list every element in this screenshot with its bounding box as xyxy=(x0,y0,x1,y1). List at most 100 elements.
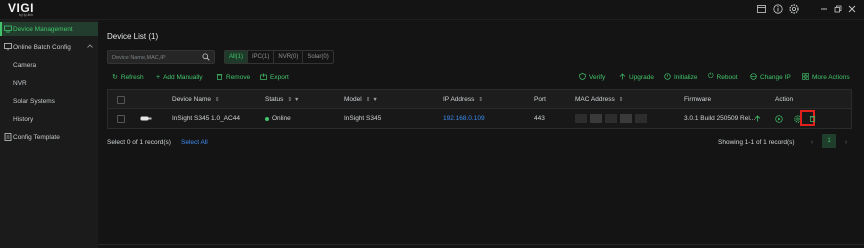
change-ip-button[interactable]: Change IP xyxy=(750,72,791,82)
column-label: Model xyxy=(344,96,362,103)
port-cell: 443 xyxy=(534,115,545,122)
remove-label: Remove xyxy=(226,73,251,81)
sidebar-item-label: History xyxy=(13,115,34,123)
ip-address-link[interactable]: 192.168.0.109 xyxy=(443,109,485,128)
book-icon[interactable] xyxy=(755,3,767,15)
upgrade-button[interactable]: Upgrade xyxy=(619,72,654,82)
sidebar-item-config-template[interactable]: Config Template xyxy=(0,130,98,144)
select-all-link[interactable]: Select All xyxy=(181,139,208,146)
info-icon[interactable] xyxy=(772,3,784,15)
play-icon[interactable] xyxy=(774,114,783,123)
template-icon xyxy=(4,133,12,141)
column-status[interactable]: Status ⇕ ▼ xyxy=(265,90,300,109)
sidebar-item-nvr[interactable]: NVR xyxy=(0,76,98,90)
title-bar: VIGI by tp-link xyxy=(0,0,864,20)
mac-address-redacted xyxy=(575,109,650,128)
select-all-checkbox[interactable] xyxy=(117,90,125,109)
add-manually-button[interactable]: + Add Manually xyxy=(156,72,202,82)
chevron-up-icon[interactable] xyxy=(87,44,93,50)
settings-icon[interactable] xyxy=(788,3,800,15)
search-box xyxy=(107,50,215,64)
main-content: Device List (1) All(1) IPC(1) NVR(0) Sol… xyxy=(98,20,864,248)
online-status-dot xyxy=(265,116,269,121)
sort-icon[interactable]: ⇕ xyxy=(287,97,292,103)
tab-all[interactable]: All(1) xyxy=(225,51,249,63)
search-input[interactable] xyxy=(112,53,202,62)
column-port: Port xyxy=(534,96,546,103)
firmware-cell: 3.0.1 Build 250509 Rel... xyxy=(684,115,756,122)
column-label: IP Address xyxy=(443,96,475,103)
sidebar-item-history[interactable]: History xyxy=(0,112,98,126)
close-icon[interactable] xyxy=(846,3,858,15)
next-page-icon[interactable]: › xyxy=(840,135,852,149)
device-name-cell: InSight S345 1.0_AC44 xyxy=(172,115,240,122)
verify-button[interactable]: Verify xyxy=(579,72,605,82)
sidebar-item-label: Device Management xyxy=(13,25,73,33)
column-action: Action xyxy=(775,96,794,103)
sort-icon[interactable]: ⇕ xyxy=(478,97,483,103)
export-icon xyxy=(260,73,267,82)
tab-nvr[interactable]: NVR(0) xyxy=(274,51,304,63)
app-logo-subtitle: by tp-link xyxy=(19,13,34,17)
row-checkbox[interactable] xyxy=(117,109,125,128)
page-title: Device List (1) xyxy=(107,32,159,41)
minimize-icon[interactable] xyxy=(818,3,830,15)
column-model[interactable]: Model ⇕ ▼ xyxy=(344,90,378,109)
tab-solar[interactable]: Solar(0) xyxy=(303,51,332,63)
sort-icon[interactable]: ⇕ xyxy=(366,97,371,103)
more-actions-button[interactable]: More Actions xyxy=(802,72,850,82)
restore-icon[interactable] xyxy=(832,3,844,15)
sidebar-item-solar-systems[interactable]: Solar Systems xyxy=(0,94,98,108)
prev-page-icon[interactable]: ‹ xyxy=(806,135,818,149)
batch-config-icon xyxy=(4,43,12,51)
export-button[interactable]: Export xyxy=(260,72,289,82)
column-ip-address[interactable]: IP Address ⇕ xyxy=(443,90,483,109)
refresh-label: Refresh xyxy=(120,73,144,81)
plus-icon: + xyxy=(156,73,161,81)
trash-icon xyxy=(216,73,223,82)
sidebar-item-label: NVR xyxy=(13,79,27,87)
column-label: Device Name xyxy=(172,96,212,103)
filter-icon[interactable]: ▼ xyxy=(294,97,299,103)
initialize-label: Initialize xyxy=(674,73,698,81)
page-number-button[interactable]: 1 xyxy=(822,134,836,148)
column-mac-address[interactable]: MAC Address ⇕ xyxy=(575,90,623,109)
more-actions-label: More Actions xyxy=(812,73,850,81)
model-cell: InSight S345 xyxy=(344,115,382,122)
sort-icon[interactable]: ⇕ xyxy=(619,97,624,103)
sidebar-item-camera[interactable]: Camera xyxy=(0,58,98,72)
change-ip-label: Change IP xyxy=(760,73,791,81)
column-device-name[interactable]: Device Name ⇕ xyxy=(172,90,220,109)
sort-icon[interactable]: ⇕ xyxy=(215,97,220,103)
sidebar-item-device-management[interactable]: Device Management xyxy=(0,22,98,36)
refresh-button[interactable]: ↻ Refresh xyxy=(112,72,144,82)
divider xyxy=(98,244,864,245)
grid-icon xyxy=(802,72,809,82)
column-firmware: Firmware xyxy=(684,96,712,103)
export-label: Export xyxy=(270,73,289,81)
reboot-icon: ⏻ xyxy=(708,73,714,80)
selection-count: Select 0 of 1 record(s) xyxy=(107,139,171,146)
reboot-label: Reboot xyxy=(716,73,738,81)
delete-icon[interactable] xyxy=(808,114,817,123)
initialize-button[interactable]: Initialize xyxy=(664,72,697,82)
column-label: Status xyxy=(265,96,284,103)
upgrade-label: Upgrade xyxy=(629,73,654,81)
sidebar-item-label: Solar Systems xyxy=(13,97,55,105)
device-type-filter: All(1) IPC(1) NVR(0) Solar(0) xyxy=(224,50,334,64)
column-label: MAC Address xyxy=(575,96,615,103)
table-header: Device Name ⇕ Status ⇕ ▼ Model ⇕ ▼ IP Ad… xyxy=(108,90,851,109)
remove-button[interactable]: Remove xyxy=(216,72,250,82)
pagination-summary: Showing 1-1 of 1 record(s) xyxy=(718,139,795,146)
verify-label: Verify xyxy=(589,73,606,81)
filter-icon[interactable]: ▼ xyxy=(372,97,377,103)
upgrade-icon[interactable] xyxy=(753,114,762,123)
table-row[interactable]: InSight S345 1.0_AC44 Online InSight S34… xyxy=(108,109,851,128)
search-icon[interactable] xyxy=(202,53,210,61)
tab-ipc[interactable]: IPC(1) xyxy=(248,51,275,63)
sidebar-item-online-batch-config[interactable]: Online Batch Config xyxy=(0,40,98,54)
sidebar-item-label: Config Template xyxy=(13,133,60,141)
sidebar: Device Management Online Batch Config Ca… xyxy=(0,20,98,248)
reboot-button[interactable]: ⏻ Reboot xyxy=(708,72,738,82)
add-manually-label: Add Manually xyxy=(163,73,203,81)
